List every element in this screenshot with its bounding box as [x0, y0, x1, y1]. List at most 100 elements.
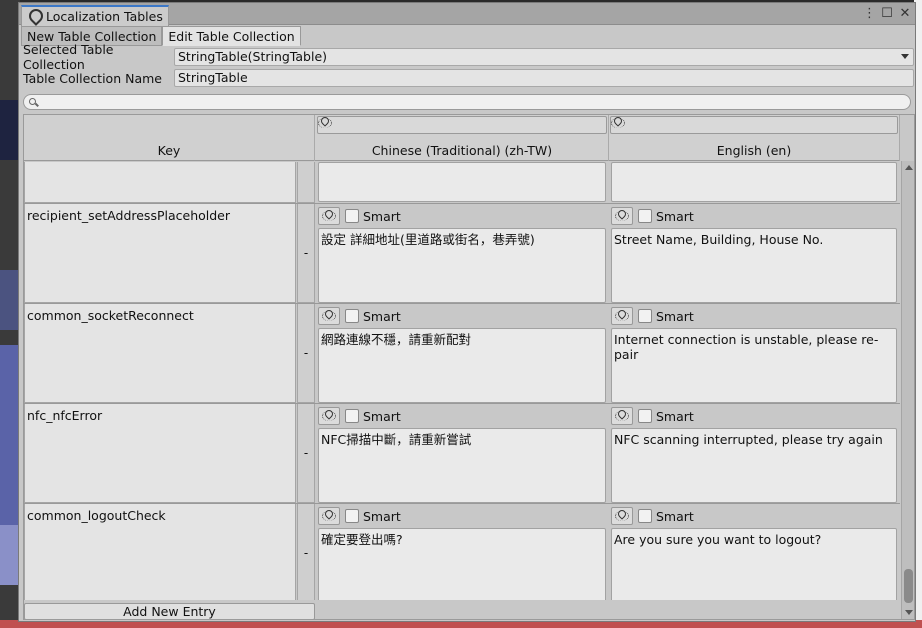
table-row: common_socketReconnect - Smart 網路連線不穩，請重…: [24, 304, 900, 404]
smart-checkbox[interactable]: [638, 209, 652, 223]
locale-metadata-button[interactable]: [611, 207, 633, 225]
selected-table-collection-value: StringTable(StringTable): [178, 49, 328, 64]
smart-label: Smart: [656, 308, 694, 324]
value-textarea-en[interactable]: NFC scanning interrupted, please try aga…: [611, 428, 897, 503]
header-lang-en-label: English (en): [716, 143, 792, 158]
table-header: Key Chinese (Traditional) (zh-TW) Englis…: [24, 115, 900, 161]
value-textarea-zh-tw[interactable]: NFC掃描中斷，請重新嘗試: [318, 428, 606, 503]
tab-edit-table-collection[interactable]: Edit Table Collection: [162, 26, 301, 46]
value-textarea-en[interactable]: Internet connection is unstable, please …: [611, 328, 897, 403]
locale-metadata-button[interactable]: [318, 207, 340, 225]
locale-icon: [615, 409, 629, 423]
smart-bar: Smart: [611, 507, 694, 525]
value-cell-en: Smart NFC scanning interrupted, please t…: [609, 404, 900, 503]
window-title: Localization Tables: [46, 9, 163, 24]
maximize-icon[interactable]: ☐: [881, 5, 893, 23]
smart-checkbox[interactable]: [638, 309, 652, 323]
header-lang-zh-tw[interactable]: Chinese (Traditional) (zh-TW): [316, 115, 609, 161]
search-input[interactable]: [23, 94, 911, 110]
locale-icon: [615, 209, 629, 223]
value-textarea-en[interactable]: Are you sure you want to logout?: [611, 528, 897, 600]
smart-label: Smart: [656, 208, 694, 224]
value-cell-zh-tw: Smart 設定 詳細地址(里道路或街名，巷弄號): [316, 204, 609, 303]
table-row: common_logoutCheck - Smart 確定要登出嗎? Smart: [24, 504, 900, 600]
smart-checkbox[interactable]: [345, 309, 359, 323]
key-cell[interactable]: common_logoutCheck: [24, 504, 296, 600]
value-cell-zh-tw: Smart 確定要登出嗎?: [316, 504, 609, 600]
remove-entry-button[interactable]: -: [297, 404, 315, 503]
locale-icon: [615, 309, 629, 323]
header-lang-en[interactable]: English (en): [609, 115, 900, 161]
scrollbar-thumb[interactable]: [904, 569, 913, 603]
window-titlebar: Localization Tables ⋮ ☐ ✕: [19, 3, 915, 26]
value-cell-en: Smart Street Name, Building, House No.: [609, 204, 900, 303]
remove-entry-button[interactable]: -: [297, 504, 315, 600]
value-textarea-en[interactable]: [611, 162, 897, 202]
locale-button-en[interactable]: [610, 116, 898, 134]
close-icon[interactable]: ✕: [899, 5, 911, 23]
table-collection-name-row: Table Collection Name: [21, 68, 173, 88]
smart-checkbox[interactable]: [345, 209, 359, 223]
table-row: [24, 162, 900, 204]
dropdown-arrow-icon: [901, 54, 909, 59]
key-cell[interactable]: recipient_setAddressPlaceholder: [24, 204, 296, 303]
remove-entry-button[interactable]: -: [297, 304, 315, 403]
locale-icon: [322, 309, 336, 323]
header-key-label: Key: [157, 143, 181, 158]
smart-label: Smart: [363, 308, 401, 324]
smart-bar: Smart: [318, 407, 401, 425]
smart-checkbox[interactable]: [638, 409, 652, 423]
value-textarea-zh-tw[interactable]: 網路連線不穩，請重新配對: [318, 328, 606, 403]
smart-bar: Smart: [611, 207, 694, 225]
table-collection-name-field[interactable]: StringTable: [174, 69, 914, 87]
smart-checkbox[interactable]: [345, 409, 359, 423]
vertical-scrollbar[interactable]: [901, 161, 914, 619]
value-textarea-zh-tw[interactable]: 設定 詳細地址(里道路或街名，巷弄號): [318, 228, 606, 303]
remove-entry-button[interactable]: -: [297, 204, 315, 303]
value-textarea-en[interactable]: Street Name, Building, House No.: [611, 228, 897, 303]
value-textarea-zh-tw[interactable]: [318, 162, 606, 202]
scroll-down-icon[interactable]: [905, 610, 913, 615]
more-options-icon[interactable]: ⋮: [863, 5, 876, 23]
locale-icon: [322, 509, 336, 523]
locale-button-zh-tw[interactable]: [317, 116, 607, 134]
smart-bar: Smart: [318, 207, 401, 225]
value-textarea-zh-tw[interactable]: 確定要登出嗎?: [318, 528, 606, 600]
locale-metadata-button[interactable]: [611, 307, 633, 325]
localization-tables-window: Localization Tables ⋮ ☐ ✕ New Table Coll…: [18, 2, 916, 622]
smart-bar: Smart: [611, 307, 694, 325]
smart-checkbox[interactable]: [638, 509, 652, 523]
scroll-up-icon[interactable]: [905, 165, 913, 170]
table-row: nfc_nfcError - Smart NFC掃描中斷，請重新嘗試 Smart: [24, 404, 900, 504]
value-cell-zh-tw: Smart NFC掃描中斷，請重新嘗試: [316, 404, 609, 503]
locale-metadata-button[interactable]: [611, 407, 633, 425]
window-tab-localization-tables[interactable]: Localization Tables: [21, 5, 169, 26]
table-rows: recipient_setAddressPlaceholder - Smart …: [24, 162, 900, 600]
locale-icon: [318, 116, 332, 130]
locale-metadata-button[interactable]: [318, 507, 340, 525]
remove-entry-button[interactable]: [297, 162, 315, 203]
smart-label: Smart: [656, 408, 694, 424]
locale-metadata-button[interactable]: [318, 307, 340, 325]
table-row: recipient_setAddressPlaceholder - Smart …: [24, 204, 900, 304]
background-block: [0, 270, 20, 330]
header-key[interactable]: Key: [24, 115, 315, 161]
locale-metadata-button[interactable]: [318, 407, 340, 425]
value-cell-zh-tw: Smart 網路連線不穩，請重新配對: [316, 304, 609, 403]
location-pin-icon: [26, 9, 42, 25]
selected-table-collection-dropdown[interactable]: StringTable(StringTable): [174, 48, 914, 66]
value-cell-en: Smart Are you sure you want to logout?: [609, 504, 900, 600]
locale-metadata-button[interactable]: [611, 507, 633, 525]
header-scroll-gap: [901, 115, 914, 161]
smart-bar: Smart: [318, 507, 401, 525]
background-block: [0, 100, 20, 160]
value-cell-en: Smart Internet connection is unstable, p…: [609, 304, 900, 403]
add-new-entry-button[interactable]: Add New Entry: [24, 603, 315, 619]
background-editor-left: [0, 0, 20, 628]
key-cell[interactable]: [24, 162, 296, 203]
background-block: [0, 525, 20, 585]
smart-checkbox[interactable]: [345, 509, 359, 523]
key-cell[interactable]: nfc_nfcError: [24, 404, 296, 503]
key-cell[interactable]: common_socketReconnect: [24, 304, 296, 403]
window-controls: ⋮ ☐ ✕: [863, 5, 911, 23]
